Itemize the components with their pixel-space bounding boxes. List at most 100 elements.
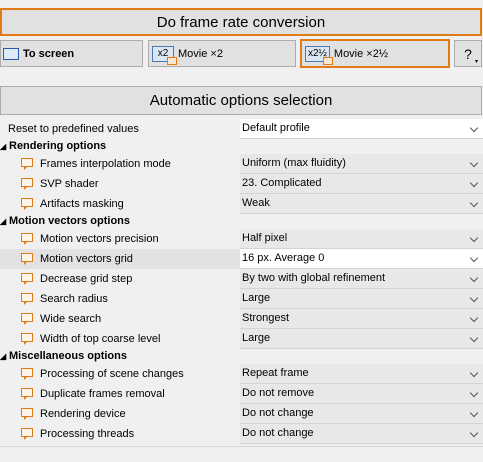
option-row-artifacts-masking[interactable]: Artifacts masking Weak [0, 194, 483, 214]
option-dropdown[interactable]: Do not change [240, 424, 483, 444]
option-value: 16 px. Average 0 [242, 252, 325, 264]
settings-icon [21, 293, 33, 305]
chevron-down-icon [469, 313, 479, 323]
option-dropdown[interactable]: Strongest [240, 309, 483, 329]
option-row-search-radius[interactable]: Search radius Large [0, 289, 483, 309]
option-dropdown[interactable]: Large [240, 289, 483, 309]
chevron-down-icon: ▾ [474, 59, 478, 65]
option-dropdown[interactable]: Half pixel [240, 229, 483, 249]
bottom-divider [0, 446, 483, 447]
to-screen-button[interactable]: To screen [0, 40, 143, 67]
option-value: Do not change [242, 427, 314, 439]
option-label: Frames interpolation mode [40, 158, 171, 170]
category-title: Motion vectors options [9, 215, 130, 227]
option-label: Width of top coarse level [40, 333, 161, 345]
movie-icon: x2½ [305, 45, 333, 65]
category-miscellaneous-options[interactable]: ◢ Miscellaneous options [0, 347, 483, 365]
option-dropdown[interactable]: 23. Complicated [240, 174, 483, 194]
screen-icon [3, 47, 19, 60]
option-value: Strongest [242, 312, 290, 324]
chevron-down-icon [469, 428, 479, 438]
option-row-reset[interactable]: Reset to predefined values Default profi… [0, 119, 483, 139]
do-frame-rate-conversion-label: Do frame rate conversion [156, 13, 326, 31]
settings-icon [21, 408, 33, 420]
option-value: Do not remove [242, 387, 315, 399]
help-button[interactable]: ? ▾ [454, 40, 482, 67]
option-dropdown[interactable]: Repeat frame [240, 364, 483, 384]
settings-icon [21, 233, 33, 245]
option-dropdown[interactable]: 16 px. Average 0 [240, 249, 483, 269]
option-value: Uniform (max fluidity) [242, 157, 346, 169]
automatic-options-header[interactable]: Automatic options selection [0, 86, 482, 115]
settings-icon [21, 428, 33, 440]
chevron-down-icon [469, 178, 479, 188]
option-row-processing-of-scene-changes[interactable]: Processing of scene changes Repeat frame [0, 364, 483, 384]
option-label: Reset to predefined values [8, 123, 139, 135]
category-label: ◢ Rendering options [0, 137, 106, 155]
settings-icon [21, 333, 33, 345]
option-value: Large [242, 292, 271, 304]
chevron-down-icon [469, 368, 479, 378]
option-label: Motion vectors precision [40, 233, 159, 245]
category-title: Rendering options [9, 140, 107, 152]
chevron-down-icon [469, 293, 479, 303]
option-label: Artifacts masking [40, 198, 124, 210]
chevron-down-icon [469, 158, 479, 168]
option-row-duplicate-frames-removal[interactable]: Duplicate frames removal Do not remove [0, 384, 483, 404]
option-value: 23. Complicated [242, 177, 322, 189]
help-label: ? [464, 45, 472, 62]
option-label: Processing threads [40, 428, 135, 440]
chevron-down-icon [469, 198, 479, 208]
category-motion-vectors-options[interactable]: ◢ Motion vectors options [0, 212, 483, 230]
option-value: Do not change [242, 407, 314, 419]
category-label: ◢ Miscellaneous options [0, 347, 127, 365]
option-value: By two with global refinement [242, 272, 386, 284]
category-title: Miscellaneous options [9, 350, 127, 362]
option-value: Large [242, 332, 271, 344]
option-dropdown[interactable]: Do not remove [240, 384, 483, 404]
movie-icon: x2 [152, 45, 177, 65]
settings-icon [21, 313, 33, 325]
option-label: SVP shader [40, 178, 99, 190]
chevron-down-icon [469, 273, 479, 283]
settings-icon [21, 178, 33, 190]
chevron-down-icon [469, 233, 479, 243]
settings-icon [21, 388, 33, 400]
option-label: Motion vectors grid [40, 253, 133, 265]
option-value: Weak [242, 197, 270, 209]
option-value: Half pixel [242, 232, 288, 244]
option-dropdown[interactable]: Do not change [240, 404, 483, 424]
option-value: Default profile [242, 122, 310, 134]
movie-x2-5-label: Movie ×2½ [333, 47, 389, 60]
settings-icon [21, 368, 33, 380]
option-label: Search radius [40, 293, 108, 305]
option-value: Repeat frame [242, 367, 309, 379]
to-screen-label: To screen [23, 47, 75, 60]
option-label: Decrease grid step [40, 273, 133, 285]
settings-icon [21, 253, 33, 265]
category-rendering-options[interactable]: ◢ Rendering options [0, 137, 483, 155]
option-dropdown[interactable]: By two with global refinement [240, 269, 483, 289]
option-dropdown[interactable]: Large [240, 329, 483, 349]
chevron-down-icon [469, 388, 479, 398]
option-row-processing-threads[interactable]: Processing threads Do not change [0, 424, 483, 444]
option-dropdown[interactable]: Uniform (max fluidity) [240, 154, 483, 174]
option-row-width-of-top-coarse-level[interactable]: Width of top coarse level Large [0, 329, 483, 349]
movie-x2-label: Movie ×2 [178, 47, 223, 60]
option-row-motion-vectors-precision[interactable]: Motion vectors precision Half pixel [0, 229, 483, 249]
option-row-motion-vectors-grid[interactable]: Motion vectors grid 16 px. Average 0 [0, 249, 483, 269]
option-dropdown[interactable]: Weak [240, 194, 483, 214]
settings-icon [21, 158, 33, 170]
chevron-down-icon [469, 333, 479, 343]
option-label: Rendering device [40, 408, 126, 420]
option-row-rendering-device[interactable]: Rendering device Do not change [0, 404, 483, 424]
option-row-frames-interpolation-mode[interactable]: Frames interpolation mode Uniform (max f… [0, 154, 483, 174]
option-dropdown[interactable]: Default profile [240, 119, 483, 139]
option-label: Duplicate frames removal [40, 388, 165, 400]
do-frame-rate-conversion-button[interactable]: Do frame rate conversion [0, 8, 482, 36]
option-row-wide-search[interactable]: Wide search Strongest [0, 309, 483, 329]
movie-x2-5-button[interactable]: x2½ Movie ×2½ [300, 39, 450, 68]
movie-x2-button[interactable]: x2 Movie ×2 [148, 40, 296, 67]
option-row-svp-shader[interactable]: SVP shader 23. Complicated [0, 174, 483, 194]
option-row-decrease-grid-step[interactable]: Decrease grid step By two with global re… [0, 269, 483, 289]
